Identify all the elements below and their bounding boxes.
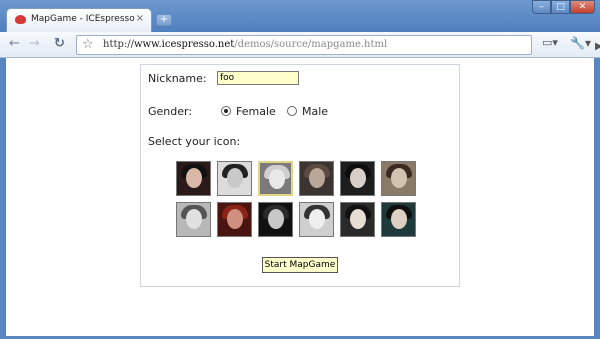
title-bar: MapGame - ICEspresso and ... × + – □ ✕	[0, 0, 600, 32]
avatar-7-icon[interactable]	[176, 202, 211, 237]
address-bar[interactable]: ☆ http://www.icespresso.net/demos/source…	[76, 35, 600, 55]
minimize-button[interactable]: –	[532, 0, 551, 14]
gender-female-radio[interactable]	[221, 106, 231, 116]
maximize-button[interactable]: □	[551, 0, 570, 14]
browser-window: MapGame - ICEspresso and ... × + – □ ✕ ←…	[0, 0, 600, 339]
reload-icon[interactable]: ↻	[54, 37, 65, 51]
avatar-12-icon[interactable]	[381, 202, 416, 237]
nickname-input[interactable]	[217, 71, 299, 85]
avatar-1-icon[interactable]	[176, 161, 211, 196]
tab-title: MapGame - ICEspresso and ...	[31, 14, 135, 24]
page-content: Nickname: Gender: Female Male Select you…	[6, 58, 594, 336]
page-menu-icon[interactable]: ▭▾	[542, 36, 558, 49]
url-scheme: http://	[103, 39, 134, 50]
gender-label: Gender:	[148, 105, 193, 118]
new-tab-button[interactable]: +	[156, 14, 172, 26]
gender-male-radio[interactable]	[287, 106, 297, 116]
gender-female-label[interactable]: Female	[236, 105, 276, 118]
avatar-6-icon[interactable]	[381, 161, 416, 196]
wrench-menu-icon[interactable]: 🔧▾	[570, 36, 591, 50]
avatar-3-icon[interactable]	[258, 161, 293, 196]
avatar-11-icon[interactable]	[340, 202, 375, 237]
go-icon[interactable]: ▶	[595, 41, 600, 52]
mapgame-form-panel: Nickname: Gender: Female Male Select you…	[140, 64, 460, 287]
icon-select-label: Select your icon:	[148, 135, 241, 148]
url-text[interactable]: http://www.icespresso.net/demos/source/m…	[103, 39, 387, 50]
gender-male-label[interactable]: Male	[302, 105, 328, 118]
avatar-9-icon[interactable]	[258, 202, 293, 237]
close-window-button[interactable]: ✕	[570, 0, 595, 14]
forward-arrow-icon[interactable]: →	[29, 37, 40, 51]
avatar-5-icon[interactable]	[340, 161, 375, 196]
avatar-4-icon[interactable]	[299, 161, 334, 196]
back-arrow-icon[interactable]: ←	[9, 37, 20, 51]
avatar-10-icon[interactable]	[299, 202, 334, 237]
url-path: /demos/source/mapgame.html	[234, 39, 388, 50]
tab-mapgame[interactable]: MapGame - ICEspresso and ... ×	[6, 8, 152, 32]
nickname-label: Nickname:	[148, 72, 207, 85]
start-mapgame-button[interactable]: Start MapGame	[262, 257, 338, 273]
favicon-icon	[15, 15, 26, 24]
tab-close-icon[interactable]: ×	[136, 13, 144, 25]
bookmark-star-icon[interactable]: ☆	[82, 37, 94, 52]
url-domain: www.icespresso.net	[134, 39, 235, 50]
browser-toolbar: ← → ↻ ☆ http://www.icespresso.net/demos/…	[0, 32, 600, 58]
avatar-2-icon[interactable]	[217, 161, 252, 196]
avatar-8-icon[interactable]	[217, 202, 252, 237]
